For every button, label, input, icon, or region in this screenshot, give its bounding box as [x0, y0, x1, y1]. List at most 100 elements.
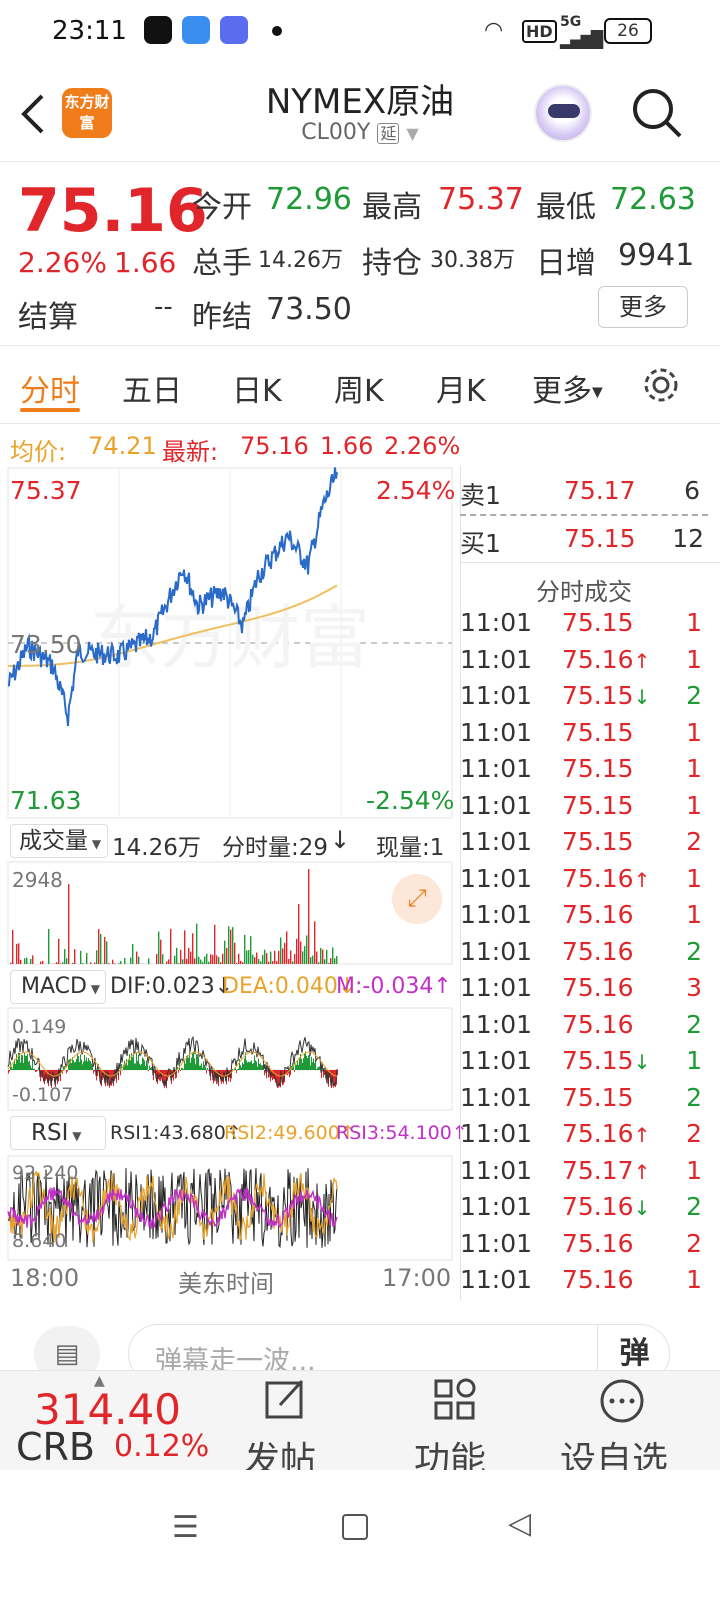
function-button[interactable]: 功能 — [414, 1431, 486, 1471]
prev-settle-value: 73.50 — [266, 292, 352, 327]
tick-time: 11:01 — [460, 1228, 533, 1258]
volume-bar — [10, 962, 12, 964]
tick-price: 75.17↑ — [562, 1155, 651, 1185]
back-icon[interactable] — [18, 92, 46, 136]
tick-price: 75.16↑ — [562, 863, 651, 893]
tab-five-day[interactable]: 五日 — [122, 366, 182, 410]
index-name[interactable]: CRB — [16, 1425, 95, 1469]
rsi-axis-bottom: 8.640 — [12, 1230, 67, 1252]
volume-bar — [330, 958, 332, 964]
macd-bar — [205, 1067, 206, 1070]
macd-bar — [25, 1055, 26, 1070]
tick-price: 75.16↑ — [562, 1119, 651, 1148]
macd-indicator-select[interactable]: MACD ▼ — [10, 970, 106, 1004]
volume-indicator-select[interactable]: 成交量 ▼ — [10, 824, 108, 858]
more-dots-icon[interactable] — [598, 1377, 646, 1425]
contract-selector[interactable]: CL00Y 延 ▼ — [160, 120, 560, 145]
macd-bar — [91, 1063, 92, 1070]
macd-bar — [139, 1063, 140, 1070]
volume-bar — [246, 950, 248, 964]
macd-bar — [297, 1060, 298, 1070]
macd-bar — [183, 1069, 184, 1070]
grid-function-icon[interactable] — [432, 1377, 478, 1423]
macd-bar — [199, 1065, 200, 1070]
tick-qty: 3 — [686, 973, 702, 1002]
expand-icon[interactable]: ⤢ — [392, 874, 442, 924]
volume-bar — [148, 958, 150, 964]
tab-more[interactable]: 更多▼ — [532, 366, 603, 410]
last-price: 75.16 — [18, 176, 208, 246]
latest-label: 最新: — [162, 438, 219, 466]
volume-bar — [244, 934, 246, 964]
tab-monthly-k[interactable]: 月K — [436, 366, 486, 410]
home-nav-icon[interactable] — [342, 1514, 368, 1540]
macd-bar — [264, 1070, 265, 1076]
wifi-icon: ◠ — [484, 18, 504, 43]
add-watchlist-button[interactable]: 设自选 — [560, 1431, 668, 1471]
tick-arrow: ↓ — [633, 1050, 651, 1074]
tick-price: 75.16 — [562, 936, 634, 966]
post-button[interactable]: 发帖 — [244, 1431, 316, 1471]
search-icon[interactable] — [630, 86, 684, 140]
axis-max-pct: 2.54% — [376, 476, 456, 505]
quote-panel: 75.16 2.26% 1.66 今开 72.96 最高 75.37 最低 72… — [0, 162, 720, 346]
tab-daily-k[interactable]: 日K — [232, 366, 282, 410]
macd-bar — [71, 1063, 72, 1070]
macd-bar — [260, 1063, 261, 1070]
tab-weekly-k[interactable]: 周K — [334, 366, 384, 410]
tick-price: 75.15↓ — [562, 1046, 651, 1075]
volume-bar — [132, 943, 134, 964]
gear-icon[interactable] — [640, 364, 682, 406]
high-value: 75.37 — [438, 182, 524, 217]
macd-bar — [190, 1062, 191, 1070]
macd-bar — [296, 1064, 297, 1070]
tick-row: 11:01 75.16↓ 2 — [460, 1192, 720, 1228]
more-button[interactable]: 更多 — [598, 286, 688, 328]
price-info-line: 均价: 74.21 最新: 75.16 1.66 2.26% — [0, 424, 720, 466]
edit-icon[interactable] — [262, 1377, 308, 1423]
macd-bar — [261, 1065, 262, 1070]
macd-bar — [17, 1059, 18, 1070]
volume-bar — [212, 954, 214, 964]
tick-row: 11:01 75.16↑ 1 — [460, 864, 720, 900]
macd-bar — [182, 1067, 183, 1070]
macd-bar — [178, 1070, 179, 1073]
volume-bar — [280, 937, 282, 964]
tick-qty: 1 — [686, 717, 702, 747]
macd-bar — [204, 1064, 205, 1070]
axis-max-price: 75.37 — [10, 476, 82, 505]
macd-bar — [242, 1062, 243, 1070]
macd-bar — [135, 1063, 136, 1070]
back-nav-icon[interactable]: ◁ — [508, 1506, 531, 1541]
rsi-label: RSI — [31, 1120, 69, 1146]
macd-bar — [303, 1058, 304, 1070]
tick-list[interactable]: 11:01 75.15 1 11:01 75.16↑ 1 11:01 75.15↓ 2 11:01… — [460, 608, 720, 1298]
volume-bar — [18, 943, 20, 964]
robot-avatar[interactable] — [534, 84, 592, 142]
menu-nav-icon[interactable]: ☰ — [172, 1510, 199, 1545]
volume-bar — [292, 961, 294, 964]
macd-bar — [126, 1059, 127, 1070]
macd-bar — [146, 1060, 147, 1070]
volume-bar — [188, 947, 190, 964]
macd-bar — [74, 1062, 75, 1070]
intraday-chart[interactable]: 东方财富 75.37 2.54% 73.50 71.63 -2.54% 成交量 … — [0, 466, 468, 1300]
macd-bar — [239, 1059, 240, 1070]
volume-label: 总手 — [192, 246, 252, 281]
macd-bar — [77, 1052, 78, 1070]
macd-bar — [129, 1054, 130, 1070]
volume-bar — [90, 962, 92, 964]
macd-bar — [94, 1070, 95, 1072]
macd-bar — [13, 1063, 14, 1070]
tab-intraday[interactable]: 分时 — [20, 366, 80, 410]
volume-bar — [308, 869, 310, 964]
tick-qty: 1 — [686, 608, 702, 637]
macd-dif: DIF:0.023↓ — [110, 974, 234, 999]
volume-bar — [162, 954, 164, 964]
macd-bar — [12, 1068, 13, 1070]
macd-bar — [201, 1063, 202, 1070]
macd-bar — [145, 1066, 146, 1070]
tick-arrow: ↑ — [633, 648, 651, 673]
macd-bar — [23, 1063, 24, 1070]
rsi-indicator-select[interactable]: RSI ▼ — [10, 1116, 106, 1150]
